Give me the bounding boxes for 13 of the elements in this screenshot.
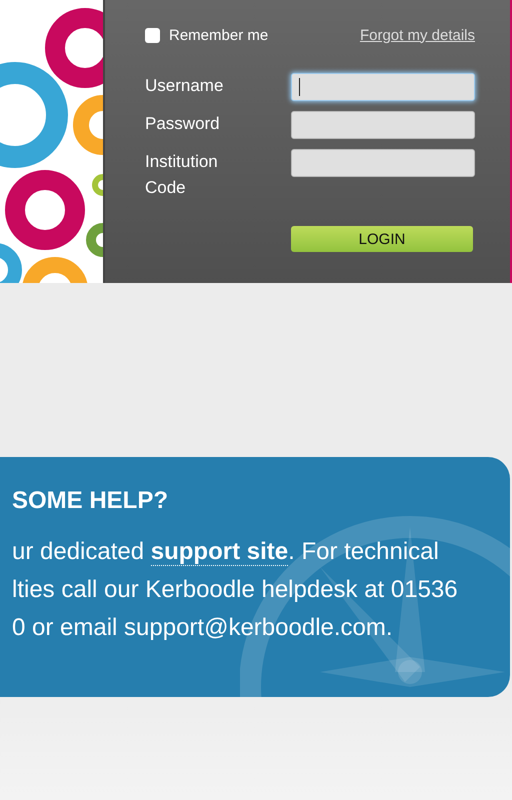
login-button[interactable]: LOGIN	[291, 226, 473, 252]
help-heading: SOME HELP?	[12, 487, 170, 515]
input-field[interactable]	[291, 149, 475, 177]
remember-label: Remember me	[169, 26, 268, 44]
checkbox[interactable]	[145, 28, 160, 42]
field-label: Username	[145, 75, 224, 97]
field-label: Password	[145, 113, 221, 135]
forgot-link[interactable]: Forgot my details	[360, 26, 475, 44]
input-field[interactable]	[291, 73, 475, 101]
input-field[interactable]	[291, 111, 475, 139]
field-label: Institution Code	[145, 151, 219, 199]
support-link[interactable]: support site	[150, 538, 288, 566]
help-text: ur dedicated support site. For technical lties call our Kerboodle helpdesk at 01536 0 or email support@kerboodle.com.	[12, 537, 459, 643]
